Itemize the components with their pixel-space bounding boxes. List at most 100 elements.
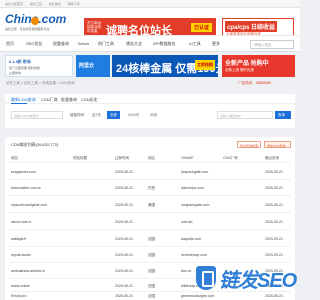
cell-region: 法国 <box>148 253 155 257</box>
cell-cname: onit.net <box>181 220 193 224</box>
breadcrumb: 站长之家 > 站长工具 > 查询结果 > CDN查询 广告热线：18888888 <box>6 81 271 86</box>
banner-aliyun[interactable]: 阿里云 <box>76 55 110 77</box>
top-link[interactable]: 源码下载 <box>68 2 80 6</box>
divider <box>9 212 291 213</box>
ad-tag: 东方幸运 抽奖活动 中奖者 <box>87 21 101 33</box>
cell-date: 2025-05-21 <box>265 170 283 174</box>
top-bar: 站长之家首页 站长工具 站长素材 源码下载 <box>0 0 300 8</box>
cell-domain[interactable]: mysouthcarolgeae.com <box>11 203 71 207</box>
logo-mark-icon <box>31 17 39 25</box>
tab-history[interactable]: CDN历史 <box>81 97 98 103</box>
shield-icon <box>196 266 216 290</box>
header: China.com 站长之家 · 专业的互联网服务平台 东方幸运 抽奖活动 中奖… <box>0 8 300 40</box>
chip-all[interactable]: 全部 <box>107 111 120 119</box>
col-header: 网站标题 <box>73 156 87 160</box>
cell-time: 2025-05-21 <box>115 203 133 207</box>
banner-button: 立即抢购 <box>195 60 215 70</box>
banner-title: 全新产品 抢购中 <box>225 61 269 67</box>
nav-search-input[interactable]: 请输入域名 <box>250 40 294 49</box>
cell-cname: hemecheap.com <box>181 253 207 257</box>
banner-bare-metal[interactable]: 24核棒金属 仅需199元 立即抢购 <box>112 55 218 77</box>
results-title: CDN域名列表(26,632,772) <box>11 142 59 147</box>
cell-time: 2025-05-21 <box>115 284 133 288</box>
cell-time: 2025-05-21 <box>115 186 133 190</box>
chip-link-time[interactable]: 链接时间 <box>67 111 87 119</box>
logo-tagline: 站长之家 · 专业的互联网服务平台 <box>5 27 50 31</box>
cell-domain[interactable]: ambulancia-adrubio.fr <box>11 269 71 273</box>
chip-7days[interactable]: 近7天 <box>89 111 104 119</box>
tab-batch[interactable]: 批量查询 <box>61 97 77 103</box>
col-header: 域名 <box>11 156 18 160</box>
banner-title: 阿里云 <box>79 63 95 69</box>
nav-item-more[interactable]: 更多 <box>212 41 220 47</box>
ad-title: cpa/cps 日结收益 <box>225 21 278 32</box>
banner-title: 6.1.5折 秒杀 <box>9 59 32 64</box>
chip-24h[interactable]: 24小时 <box>125 111 142 119</box>
cell-domain[interactable]: fotocreative.com.br <box>11 186 71 190</box>
cell-region: 法国 <box>148 237 155 241</box>
top-link[interactable]: 站长工具 <box>30 2 42 6</box>
banner-row: 6.1.5折 秒杀 热门云服务器 限时抢购 立即抢购 阿里云 24核棒金属 仅需… <box>0 52 300 80</box>
cell-region: 美国 <box>148 203 155 207</box>
cell-cname: mxspacegate.com <box>181 203 210 207</box>
cell-date: 2025-05-21 <box>265 220 283 224</box>
watermark: 链发SEO <box>196 262 297 296</box>
query-button[interactable]: 查询 <box>275 111 291 119</box>
col-header: CDN厂商 <box>223 156 238 160</box>
main-nav: 首页 SEO优化 权重查询 Whois 热门工具 建站大全 API数据服务 AI… <box>0 35 300 52</box>
nav-item-home[interactable]: 首页 <box>6 41 14 47</box>
tab-cdn-vendor[interactable]: CDN厂商 <box>41 97 58 103</box>
domain-ip-input[interactable]: 请输入域名或IP <box>217 111 273 119</box>
nav-item-seo[interactable]: SEO优化 <box>26 41 42 47</box>
cell-region: 法国 <box>148 294 155 298</box>
divider <box>9 162 291 163</box>
cell-date: 2025-05-21 <box>265 203 283 207</box>
nav-item-ai[interactable]: AI工具 <box>189 41 201 47</box>
nav-item-build[interactable]: 建站大全 <box>126 41 142 47</box>
ad-phone: 广告热线：18888888 <box>238 81 272 85</box>
cell-domain[interactable]: seagamers.com <box>11 170 71 174</box>
add-query-button[interactable]: 添加CDN查询 <box>264 141 291 148</box>
cell-cname: albomops.com <box>181 186 204 190</box>
cell-domain[interactable]: waitlajsl.fr <box>11 237 71 241</box>
cell-cname: adquirte.com <box>181 237 202 241</box>
col-header: 注册时间 <box>115 156 129 160</box>
top-link[interactable]: 站长之家首页 <box>5 2 23 6</box>
cdn-keyword-input[interactable]: 请输入CDN关键词 <box>11 111 63 119</box>
banner-cloud-sale[interactable]: 6.1.5折 秒杀 热门云服务器 限时抢购 立即抢购 <box>5 55 73 77</box>
ad-badge: 已认证 <box>190 23 212 32</box>
banner-new-product[interactable]: 全新产品 抢购中 全新上线 限时优惠 <box>222 55 295 77</box>
cell-time: 2025-05-21 <box>115 294 133 298</box>
col-header: 地区 <box>148 156 155 160</box>
cell-time: 2025-05-21 <box>115 269 133 273</box>
nav-item-rank[interactable]: 权重查询 <box>53 41 69 47</box>
col-header: CNAME <box>181 156 194 160</box>
cell-time: 2025-05-21 <box>115 220 133 224</box>
cell-cname: kxspacegate.com <box>181 170 209 174</box>
nav-item-api[interactable]: API数据服务 <box>153 41 175 47</box>
nav-item-whois[interactable]: Whois <box>78 41 89 46</box>
divider <box>9 179 291 180</box>
tab-bar: 最新CDN查询 CDN厂商 批量查询 CDN历史 <box>5 94 295 104</box>
export-button[interactable]: 导出查询结果 <box>237 141 261 148</box>
divider <box>9 229 291 230</box>
cell-date: 2025-05-21 <box>265 186 283 190</box>
cell-domain[interactable]: myrair.studio <box>11 253 71 257</box>
cell-region: 法国 <box>148 269 155 273</box>
query-panel: 最新CDN查询 CDN厂商 批量查询 CDN历史 请输入CDN关键词 链接时间 … <box>5 94 295 128</box>
cell-date: 2025-05-21 <box>265 253 283 257</box>
chip-30d[interactable]: 30天 <box>147 111 160 119</box>
nav-item-tools[interactable]: 热门工具 <box>98 41 114 47</box>
cell-date: 2025-05-21 <box>265 237 283 241</box>
divider <box>9 246 291 247</box>
breadcrumb-text[interactable]: 站长之家 > 站长工具 > 查询结果 > CDN查询 <box>6 81 75 85</box>
banner-line: 全新上线 限时优惠 <box>225 68 254 72</box>
cell-domain[interactable]: autos.online <box>11 284 71 288</box>
cell-time: 2025-05-21 <box>115 253 133 257</box>
banner-line: 热门云服务器 限时抢购 <box>9 66 40 70</box>
col-header: 最近查询 <box>265 156 279 160</box>
top-link[interactable]: 站长素材 <box>49 2 61 6</box>
cell-domain[interactable]: wsxx4.com.tr <box>11 220 71 224</box>
active-tab-indicator <box>11 103 27 104</box>
cell-domain[interactable]: fl/mob.pro <box>11 294 71 298</box>
